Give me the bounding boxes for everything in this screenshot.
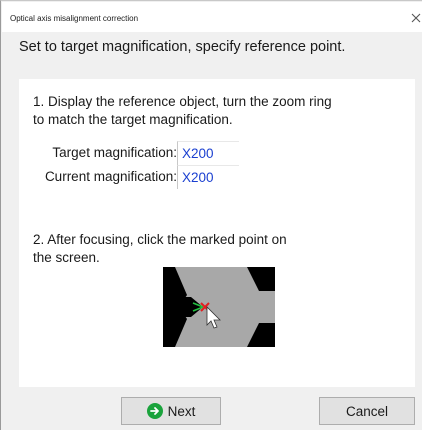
target-magnification-label: Target magnification: <box>52 145 177 160</box>
cancel-button-label: Cancel <box>345 403 389 419</box>
cancel-button[interactable]: Cancel <box>319 397 415 425</box>
target-magnification-row: Target magnification: <box>19 141 177 165</box>
target-magnification-value: X200 <box>177 141 239 165</box>
next-button[interactable]: Next <box>121 397 221 425</box>
content-panel: 1. Display the reference object, turn th… <box>19 79 415 387</box>
current-magnification-label: Current magnification: <box>44 169 177 184</box>
close-icon[interactable] <box>409 11 422 25</box>
current-magnification-row: Current magnification: <box>19 165 177 189</box>
window-title: Optical axis misalignment correction <box>10 14 139 23</box>
step2-text: 2. After focusing, click the marked poin… <box>33 232 287 265</box>
arrow-right-circle-icon <box>146 403 163 419</box>
step1-text: 1. Display the reference object, turn th… <box>33 94 332 127</box>
dialog-window: Optical axis misalignment correction Set… <box>0 0 422 430</box>
current-magnification-value: X200 <box>177 165 239 189</box>
title-bar: Optical axis misalignment correction <box>2 2 422 32</box>
instruction-text: Set to target magnification, specify ref… <box>19 39 346 55</box>
reference-point-illustration <box>163 267 275 347</box>
next-button-label: Next <box>167 403 196 419</box>
